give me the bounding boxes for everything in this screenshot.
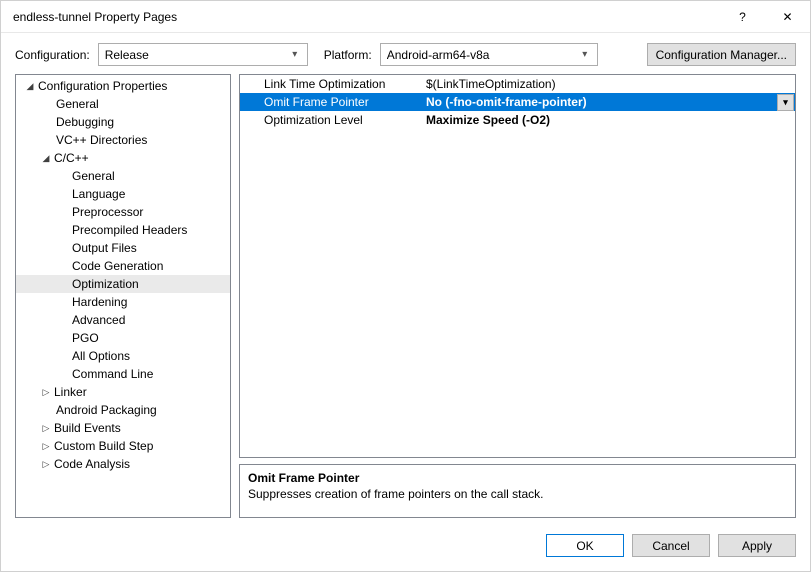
chevron-down-icon: ▾ xyxy=(287,49,303,60)
description-title: Omit Frame Pointer xyxy=(248,471,787,485)
tree-item-general[interactable]: General xyxy=(16,95,230,113)
ok-button[interactable]: OK xyxy=(546,534,624,557)
grid-key: Optimization Level xyxy=(240,113,424,127)
tree-item-linker[interactable]: ▷ Linker xyxy=(16,383,230,401)
expander-open-icon: ◢ xyxy=(40,152,52,164)
configuration-combo[interactable]: Release ▾ xyxy=(98,43,308,66)
chevron-down-icon: ▾ xyxy=(783,97,788,108)
grid-row-optimization-level[interactable]: Optimization Level Maximize Speed (-O2) xyxy=(240,111,795,129)
tree-item-cc-pgo[interactable]: PGO xyxy=(16,329,230,347)
property-pages-dialog: endless-tunnel Property Pages ? ✕ Config… xyxy=(0,0,811,572)
configuration-label: Configuration: xyxy=(15,48,90,62)
tree-item-cc-language[interactable]: Language xyxy=(16,185,230,203)
expander-open-icon: ◢ xyxy=(24,80,36,92)
toolbar: Configuration: Release ▾ Platform: Andro… xyxy=(1,33,810,74)
grid-key: Link Time Optimization xyxy=(240,77,424,91)
property-grid[interactable]: Link Time Optimization $(LinkTimeOptimiz… xyxy=(239,74,796,458)
tree-item-cc-preproc[interactable]: Preprocessor xyxy=(16,203,230,221)
cancel-button[interactable]: Cancel xyxy=(632,534,710,557)
footer: OK Cancel Apply xyxy=(1,522,810,571)
tree-item-cc-optimization[interactable]: Optimization xyxy=(16,275,230,293)
tree-item-custom-build-step[interactable]: ▷ Custom Build Step xyxy=(16,437,230,455)
tree-item-cc-codegen[interactable]: Code Generation xyxy=(16,257,230,275)
tree-item-cc-output[interactable]: Output Files xyxy=(16,239,230,257)
tree-item-cc-cmdline[interactable]: Command Line xyxy=(16,365,230,383)
tree-root-config-props[interactable]: ◢ Configuration Properties xyxy=(16,77,230,95)
configuration-manager-button[interactable]: Configuration Manager... xyxy=(647,43,796,66)
tree-item-vcdirs[interactable]: VC++ Directories xyxy=(16,131,230,149)
navigation-tree[interactable]: ◢ Configuration Properties General Debug… xyxy=(15,74,231,518)
close-button[interactable]: ✕ xyxy=(765,1,810,33)
close-icon: ✕ xyxy=(782,10,792,24)
right-pane: Link Time Optimization $(LinkTimeOptimiz… xyxy=(239,74,796,518)
apply-button[interactable]: Apply xyxy=(718,534,796,557)
tree-item-build-events[interactable]: ▷ Build Events xyxy=(16,419,230,437)
platform-value: Android-arm64-v8a xyxy=(387,48,577,62)
help-button[interactable]: ? xyxy=(720,1,765,33)
grid-row-lto[interactable]: Link Time Optimization $(LinkTimeOptimiz… xyxy=(240,75,795,93)
description-panel: Omit Frame Pointer Suppresses creation o… xyxy=(239,464,796,518)
titlebar: endless-tunnel Property Pages ? ✕ xyxy=(1,1,810,33)
tree-item-debugging[interactable]: Debugging xyxy=(16,113,230,131)
tree-item-android-packaging[interactable]: Android Packaging xyxy=(16,401,230,419)
grid-key: Omit Frame Pointer xyxy=(240,95,424,109)
grid-row-omit-frame-pointer[interactable]: Omit Frame Pointer No (-fno-omit-frame-p… xyxy=(240,93,795,111)
tree-item-cc-allopt[interactable]: All Options xyxy=(16,347,230,365)
grid-value: Maximize Speed (-O2) xyxy=(424,113,795,127)
tree-item-ccpp[interactable]: ◢ C/C++ xyxy=(16,149,230,167)
tree-item-cc-pch[interactable]: Precompiled Headers xyxy=(16,221,230,239)
expander-closed-icon: ▷ xyxy=(40,440,52,452)
configuration-value: Release xyxy=(105,48,287,62)
expander-closed-icon: ▷ xyxy=(40,458,52,470)
tree-item-cc-general[interactable]: General xyxy=(16,167,230,185)
dropdown-button[interactable]: ▾ xyxy=(777,94,794,111)
grid-value: $(LinkTimeOptimization) xyxy=(424,77,795,91)
description-text: Suppresses creation of frame pointers on… xyxy=(248,487,787,501)
tree-item-cc-hardening[interactable]: Hardening xyxy=(16,293,230,311)
tree-item-code-analysis[interactable]: ▷ Code Analysis xyxy=(16,455,230,473)
tree-item-cc-advanced[interactable]: Advanced xyxy=(16,311,230,329)
expander-closed-icon: ▷ xyxy=(40,422,52,434)
chevron-down-icon: ▾ xyxy=(577,49,593,60)
expander-closed-icon: ▷ xyxy=(40,386,52,398)
platform-combo[interactable]: Android-arm64-v8a ▾ xyxy=(380,43,598,66)
platform-label: Platform: xyxy=(324,48,372,62)
content-area: ◢ Configuration Properties General Debug… xyxy=(1,74,810,522)
window-title: endless-tunnel Property Pages xyxy=(13,10,720,24)
grid-value: No (-fno-omit-frame-pointer) ▾ xyxy=(424,94,795,111)
